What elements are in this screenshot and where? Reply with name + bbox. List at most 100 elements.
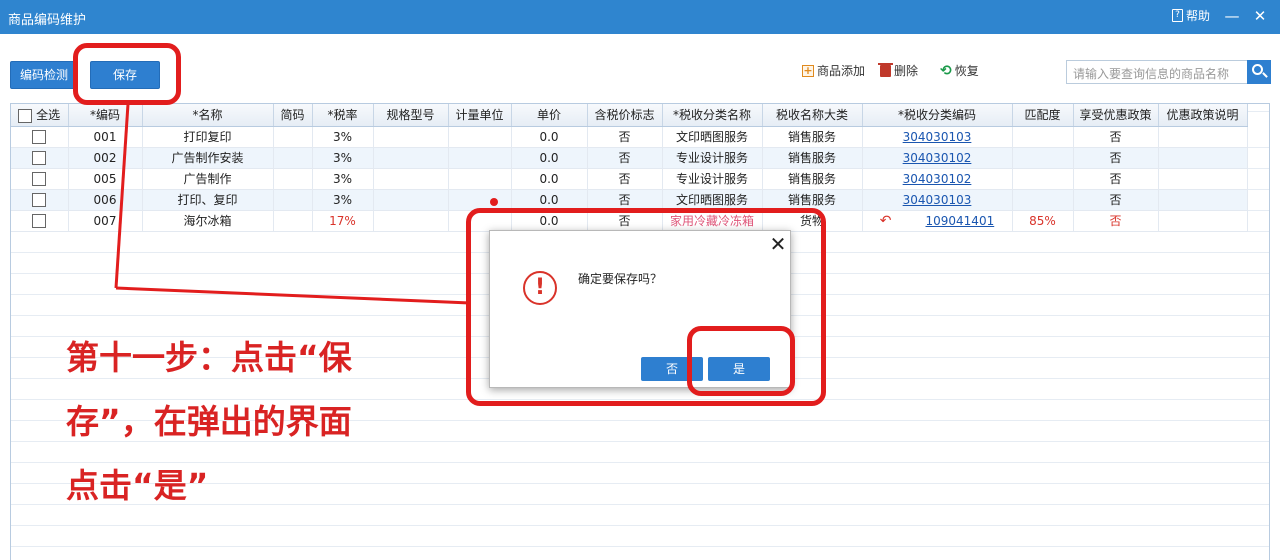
price-cell[interactable]: 0.0 bbox=[511, 126, 588, 148]
tax-category-code-link[interactable]: 304030103 bbox=[903, 130, 972, 144]
save-button[interactable]: 保存 bbox=[90, 61, 160, 89]
no-button[interactable]: 否 bbox=[641, 357, 703, 381]
search-input[interactable]: 请输入要查询信息的商品名称 bbox=[1066, 60, 1248, 84]
column-header[interactable]: 规格型号 bbox=[373, 104, 449, 127]
table-row[interactable]: 005 广告制作 3% 0.0 否 专业设计服务 销售服务 304030102 … bbox=[11, 168, 1248, 190]
tax-included-cell[interactable]: 否 bbox=[587, 189, 663, 211]
short-code-cell[interactable] bbox=[273, 168, 313, 190]
tax-included-cell[interactable]: 否 bbox=[587, 168, 663, 190]
column-header[interactable]: 享受优惠政策 bbox=[1073, 104, 1159, 127]
close-button[interactable]: ✕ bbox=[1250, 6, 1270, 26]
preferential-note-cell[interactable] bbox=[1158, 147, 1248, 169]
short-code-cell[interactable] bbox=[273, 189, 313, 211]
tax-included-cell[interactable]: 否 bbox=[587, 126, 663, 148]
code-cell[interactable]: 005 bbox=[68, 168, 143, 190]
row-checkbox[interactable] bbox=[32, 213, 47, 228]
tax-rate-cell[interactable]: 3% bbox=[312, 189, 374, 211]
short-code-cell[interactable] bbox=[273, 210, 313, 232]
tax-category-name-cell[interactable]: 家用冷藏冷冻箱 bbox=[662, 210, 763, 232]
row-checkbox[interactable] bbox=[32, 192, 47, 207]
match-cell[interactable] bbox=[1012, 168, 1074, 190]
tax-class-cell[interactable]: 货物 bbox=[762, 210, 863, 232]
column-header[interactable]: 含税价标志 bbox=[587, 104, 663, 127]
preferential-note-cell[interactable] bbox=[1158, 210, 1248, 232]
column-header[interactable]: 计量单位 bbox=[448, 104, 512, 127]
row-checkbox[interactable] bbox=[32, 129, 47, 144]
tax-class-cell[interactable]: 销售服务 bbox=[762, 189, 863, 211]
code-cell[interactable]: 002 bbox=[68, 147, 143, 169]
column-header[interactable]: 简码 bbox=[273, 104, 313, 127]
short-code-cell[interactable] bbox=[273, 126, 313, 148]
column-header[interactable]: 单价 bbox=[511, 104, 588, 127]
column-header[interactable]: *税收分类编码 bbox=[862, 104, 1013, 127]
code-cell[interactable]: 007 bbox=[68, 210, 143, 232]
column-header[interactable]: 优惠政策说明 bbox=[1158, 104, 1248, 127]
yes-button[interactable]: 是 bbox=[708, 357, 770, 381]
tax-rate-cell[interactable]: 3% bbox=[312, 168, 374, 190]
price-cell[interactable]: 0.0 bbox=[511, 147, 588, 169]
undo-arrow-icon[interactable]: ↶ bbox=[880, 213, 892, 229]
tax-included-cell[interactable]: 否 bbox=[587, 147, 663, 169]
name-cell[interactable]: 广告制作安装 bbox=[142, 147, 274, 169]
price-cell[interactable]: 0.0 bbox=[511, 189, 588, 211]
table-row[interactable]: 001 打印复印 3% 0.0 否 文印晒图服务 销售服务 304030103 … bbox=[11, 126, 1248, 148]
name-cell[interactable]: 打印、复印 bbox=[142, 189, 274, 211]
table-row[interactable]: 007 海尔冰箱 17% 0.0 否 家用冷藏冷冻箱 货物 ↶ 109041401… bbox=[11, 210, 1248, 232]
table-row[interactable]: 002 广告制作安装 3% 0.0 否 专业设计服务 销售服务 30403010… bbox=[11, 147, 1248, 169]
preferential-cell[interactable]: 否 bbox=[1073, 147, 1159, 169]
spec-cell[interactable] bbox=[373, 168, 449, 190]
name-cell[interactable]: 打印复印 bbox=[142, 126, 274, 148]
minimize-button[interactable]: — bbox=[1222, 6, 1242, 26]
spec-cell[interactable] bbox=[373, 189, 449, 211]
restore-button[interactable]: ⟲ 恢复 bbox=[940, 62, 979, 79]
column-header[interactable]: *编码 bbox=[68, 104, 143, 127]
row-checkbox[interactable] bbox=[32, 150, 47, 165]
preferential-cell[interactable]: 否 bbox=[1073, 168, 1159, 190]
tax-class-cell[interactable]: 销售服务 bbox=[762, 147, 863, 169]
tax-category-name-cell[interactable]: 文印晒图服务 bbox=[662, 126, 763, 148]
column-header[interactable]: 税收名称大类 bbox=[762, 104, 863, 127]
name-cell[interactable]: 广告制作 bbox=[142, 168, 274, 190]
unit-cell[interactable] bbox=[448, 168, 512, 190]
unit-cell[interactable] bbox=[448, 147, 512, 169]
unit-cell[interactable] bbox=[448, 210, 512, 232]
preferential-note-cell[interactable] bbox=[1158, 189, 1248, 211]
column-header[interactable]: *税收分类名称 bbox=[662, 104, 763, 127]
preferential-note-cell[interactable] bbox=[1158, 168, 1248, 190]
match-cell[interactable] bbox=[1012, 126, 1074, 148]
code-cell[interactable]: 001 bbox=[68, 126, 143, 148]
tax-included-cell[interactable]: 否 bbox=[587, 210, 663, 232]
add-product-button[interactable]: + 商品添加 bbox=[802, 62, 865, 79]
unit-cell[interactable] bbox=[448, 189, 512, 211]
tax-rate-cell[interactable]: 3% bbox=[312, 126, 374, 148]
preferential-note-cell[interactable] bbox=[1158, 126, 1248, 148]
column-header[interactable]: *税率 bbox=[312, 104, 374, 127]
table-row[interactable]: 006 打印、复印 3% 0.0 否 文印晒图服务 销售服务 304030103… bbox=[11, 189, 1248, 211]
spec-cell[interactable] bbox=[373, 147, 449, 169]
row-checkbox[interactable] bbox=[32, 171, 47, 186]
price-cell[interactable]: 0.0 bbox=[511, 210, 588, 232]
spec-cell[interactable] bbox=[373, 126, 449, 148]
column-header[interactable]: 匹配度 bbox=[1012, 104, 1074, 127]
preferential-cell[interactable]: 否 bbox=[1073, 210, 1159, 232]
tax-category-code-link[interactable]: 109041401 bbox=[926, 214, 995, 228]
unit-cell[interactable] bbox=[448, 126, 512, 148]
tax-category-code-link[interactable]: 304030102 bbox=[903, 151, 972, 165]
match-cell[interactable]: 85% bbox=[1012, 210, 1074, 232]
spec-cell[interactable] bbox=[373, 210, 449, 232]
delete-button[interactable]: 删除 bbox=[878, 62, 918, 79]
tax-rate-cell[interactable]: 17% bbox=[312, 210, 374, 232]
tax-category-name-cell[interactable]: 文印晒图服务 bbox=[662, 189, 763, 211]
select-all-checkbox[interactable] bbox=[18, 108, 33, 123]
short-code-cell[interactable] bbox=[273, 147, 313, 169]
match-cell[interactable] bbox=[1012, 189, 1074, 211]
tax-category-code-link[interactable]: 304030103 bbox=[903, 193, 972, 207]
preferential-cell[interactable]: 否 bbox=[1073, 189, 1159, 211]
search-button[interactable] bbox=[1247, 60, 1271, 84]
tax-category-code-link[interactable]: 304030102 bbox=[903, 172, 972, 186]
column-header[interactable]: *名称 bbox=[142, 104, 274, 127]
code-check-button[interactable]: 编码检测 bbox=[10, 61, 78, 89]
select-all-header[interactable]: 全选 bbox=[11, 104, 69, 127]
tax-category-name-cell[interactable]: 专业设计服务 bbox=[662, 168, 763, 190]
help-button[interactable]: ? 帮助 bbox=[1172, 7, 1210, 24]
